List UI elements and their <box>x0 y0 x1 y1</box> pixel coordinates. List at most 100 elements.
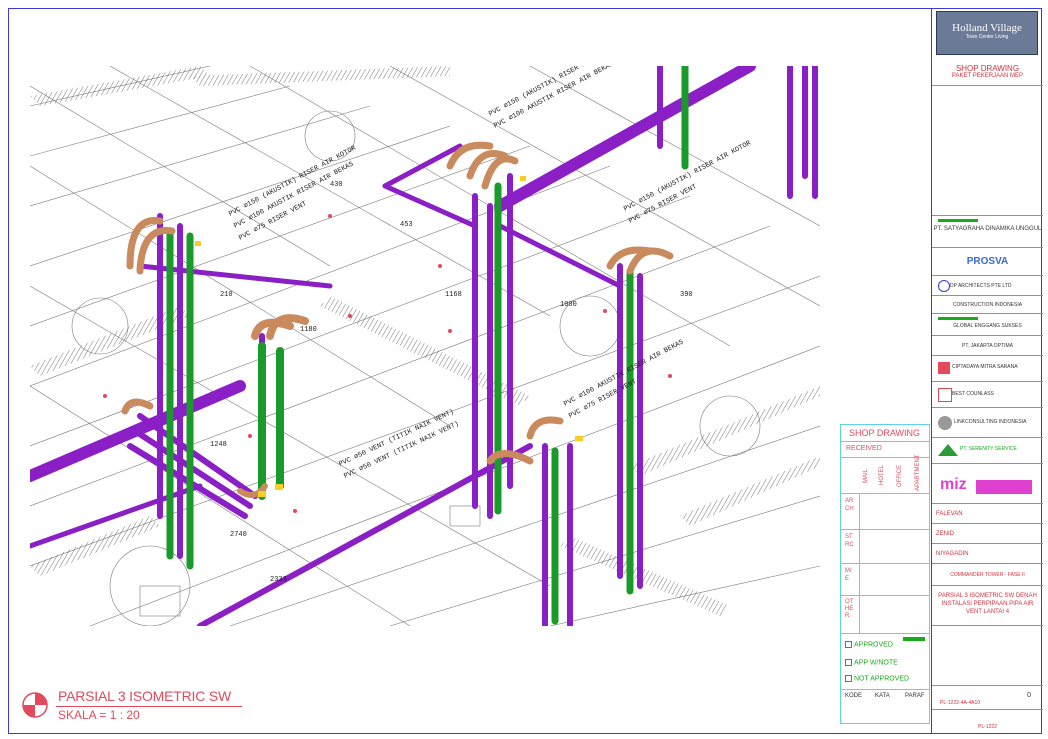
tb-blank <box>932 86 1043 216</box>
company-name: PT. JAKARTA OPTIMA <box>962 343 1013 349</box>
status-label: NOT APPROVED <box>854 675 910 683</box>
checkbox-icon <box>845 659 852 666</box>
company-emblem-icon <box>938 280 950 292</box>
col-hotel: HOTEL <box>879 464 885 485</box>
tb-field-3: NIYAGADIN <box>932 544 1043 564</box>
tb-drawing-title: PARSIAL 3 ISOMETRIC SW DENAH INSTALASI P… <box>932 586 1043 626</box>
company-emblem-icon <box>938 362 950 374</box>
drawing-number: PL-1222-4A-4A10 <box>940 700 981 706</box>
dim-8: 1180 <box>300 326 317 334</box>
field-label: ZENID <box>936 531 954 537</box>
stamp-divider <box>841 529 929 530</box>
dim-3: 1168 <box>445 291 462 299</box>
drawing-canvas: PVC ∅150 (AKUSTIK) RISER AIR KOTOR PVC ∅… <box>30 66 820 626</box>
revision-number: 0 <box>1027 692 1031 699</box>
status-approved[interactable]: APPROVED <box>845 641 893 648</box>
tb-drawing-no: PL-1222-4A-4A10 0 <box>932 686 1043 710</box>
field-label: FALEVAN <box>936 511 963 517</box>
dim-7: 390 <box>680 291 693 299</box>
col-apartment: APARTMENT <box>915 454 921 491</box>
tb-sheet: PL-1222 <box>932 710 1043 734</box>
footer-paraf: PARAF <box>905 693 925 699</box>
row-arch: ARCH <box>845 498 854 512</box>
dim-9: 1000 <box>560 301 577 309</box>
row-other: OTHER <box>845 599 854 619</box>
stamp-divider <box>841 563 929 564</box>
tb-company-3: DP ARCHITECTS PTE LTD <box>932 276 1043 296</box>
company-name: BEST COUNLASS <box>952 391 994 397</box>
stamp-title: SHOP DRAWING <box>849 428 921 438</box>
col-office: OFFICE <box>897 465 903 487</box>
company-name: DP ARCHITECTS PTE LTD <box>950 283 1012 289</box>
tb-company-1: PT. SATYAGRAHA DINAMIKA UNGGUL <box>932 216 1043 248</box>
company-name: LINKCONSULTING INDONESIA <box>954 419 1027 425</box>
tb-company-5: GLOBAL ENGGANG SUKSES <box>932 314 1043 336</box>
tb-revision-table <box>932 626 1043 686</box>
project-name: COMMANDER TOWER - FASE II <box>950 572 1025 578</box>
stamp-divider <box>841 595 929 596</box>
status-label: APP W/NOTE <box>854 659 898 667</box>
company-name: CONSTRUCTION INDONESIA <box>952 302 1023 308</box>
tb-company-11: miz <box>932 464 1043 504</box>
title-block: Holland Village Town Center Living SHOP … <box>931 8 1043 734</box>
pink-block <box>976 480 1032 494</box>
checkbox-icon <box>845 641 852 648</box>
stamp-columns: MAIL HOTEL OFFICE APARTMENT <box>861 455 929 491</box>
company-emblem-icon <box>938 444 958 456</box>
drawing-caption-scale: SKALA = 1 : 20 <box>58 708 140 722</box>
drawing-caption-title: PARSIAL 3 ISOMETRIC SW <box>58 688 231 704</box>
status-app-with-note[interactable]: APP W/NOTE <box>845 659 898 666</box>
sheet-code: PL-1222 <box>978 724 997 730</box>
tb-company-2: PROSVA <box>932 248 1043 276</box>
company-emblem-icon <box>938 416 952 430</box>
stamp-divider <box>841 493 929 494</box>
dim-4: 453 <box>400 221 413 229</box>
tb-project: COMMANDER TOWER - FASE II <box>932 564 1043 586</box>
tb-company-6: PT. JAKARTA OPTIMA <box>932 336 1043 356</box>
dim-1: 430 <box>330 181 343 189</box>
tb-field-2: ZENID <box>932 524 1043 544</box>
label-riser-8: PVC ∅100 AKUSTIK RISER AIR BEKAS <box>563 338 685 408</box>
stamp-received: RECEIVED <box>846 445 882 452</box>
label-riser-2: PVC ∅100 AKUSTIK RISER AIR BEKAS <box>233 160 355 230</box>
company-name: GLOBAL ENGGANG SUKSES <box>953 323 1022 329</box>
company-name: PROSVA <box>966 256 1009 267</box>
label-vent-1: PVC ∅50 VENT (TITIK NAIK VENT) <box>338 408 456 469</box>
tb-company-4: CONSTRUCTION INDONESIA <box>932 296 1043 314</box>
tb-company-10: PT. SERENITY SERVICE <box>932 438 1043 464</box>
field-label: NIYAGADIN <box>936 551 969 557</box>
dim-10: 2740 <box>230 531 247 539</box>
caption-symbol <box>22 692 48 718</box>
stamp-divider <box>841 689 929 690</box>
logo-subtext: Town Center Living <box>965 34 1009 40</box>
tb-company-9: LINKCONSULTING INDONESIA <box>932 408 1043 438</box>
footer-kode: KODE <box>845 693 863 699</box>
status-label: APPROVED <box>854 641 893 649</box>
isometric-drawing: PVC ∅150 (AKUSTIK) RISER AIR KOTOR PVC ∅… <box>30 66 820 626</box>
shop-drawing-stamp: SHOP DRAWING RECEIVED MAIL HOTEL OFFICE … <box>840 424 930 724</box>
drawing-title: PARSIAL 3 ISOMETRIC SW DENAH INSTALASI P… <box>938 593 1037 615</box>
col-mail: MAIL <box>863 468 869 483</box>
tb-subheader: PAKET PEKERJAAN MEP <box>951 73 1024 79</box>
tb-company-8: BEST COUNLASS <box>932 382 1043 408</box>
company-emblem-icon <box>938 388 952 402</box>
checkbox-icon <box>845 675 852 682</box>
tb-field-1: FALEVAN <box>932 504 1043 524</box>
project-logo: Holland Village Town Center Living <box>936 11 1038 55</box>
green-bar <box>938 219 978 222</box>
stamp-divider <box>841 633 929 634</box>
dim-2: 2333 <box>270 576 287 584</box>
title-block-header: SHOP DRAWING PAKET PEKERJAAN MEP <box>932 56 1043 86</box>
logo-text: Holland Village <box>952 22 1022 34</box>
row-me: M/E <box>845 568 852 582</box>
footer-kata: KATA <box>875 693 890 699</box>
company-name: CIPTADAYA MITRA SARANA <box>952 364 1018 370</box>
copper-fittings <box>121 141 674 498</box>
company-name: PT. SATYAGRAHA DINAMIKA UNGGUL <box>933 226 1042 232</box>
caption-underline <box>56 706 242 707</box>
dim-6: 210 <box>220 291 233 299</box>
status-not-approved[interactable]: NOT APPROVED <box>845 675 909 682</box>
tb-header: SHOP DRAWING <box>955 64 1020 73</box>
stamp-divider <box>841 441 929 442</box>
row-strc: STRC <box>845 534 854 548</box>
